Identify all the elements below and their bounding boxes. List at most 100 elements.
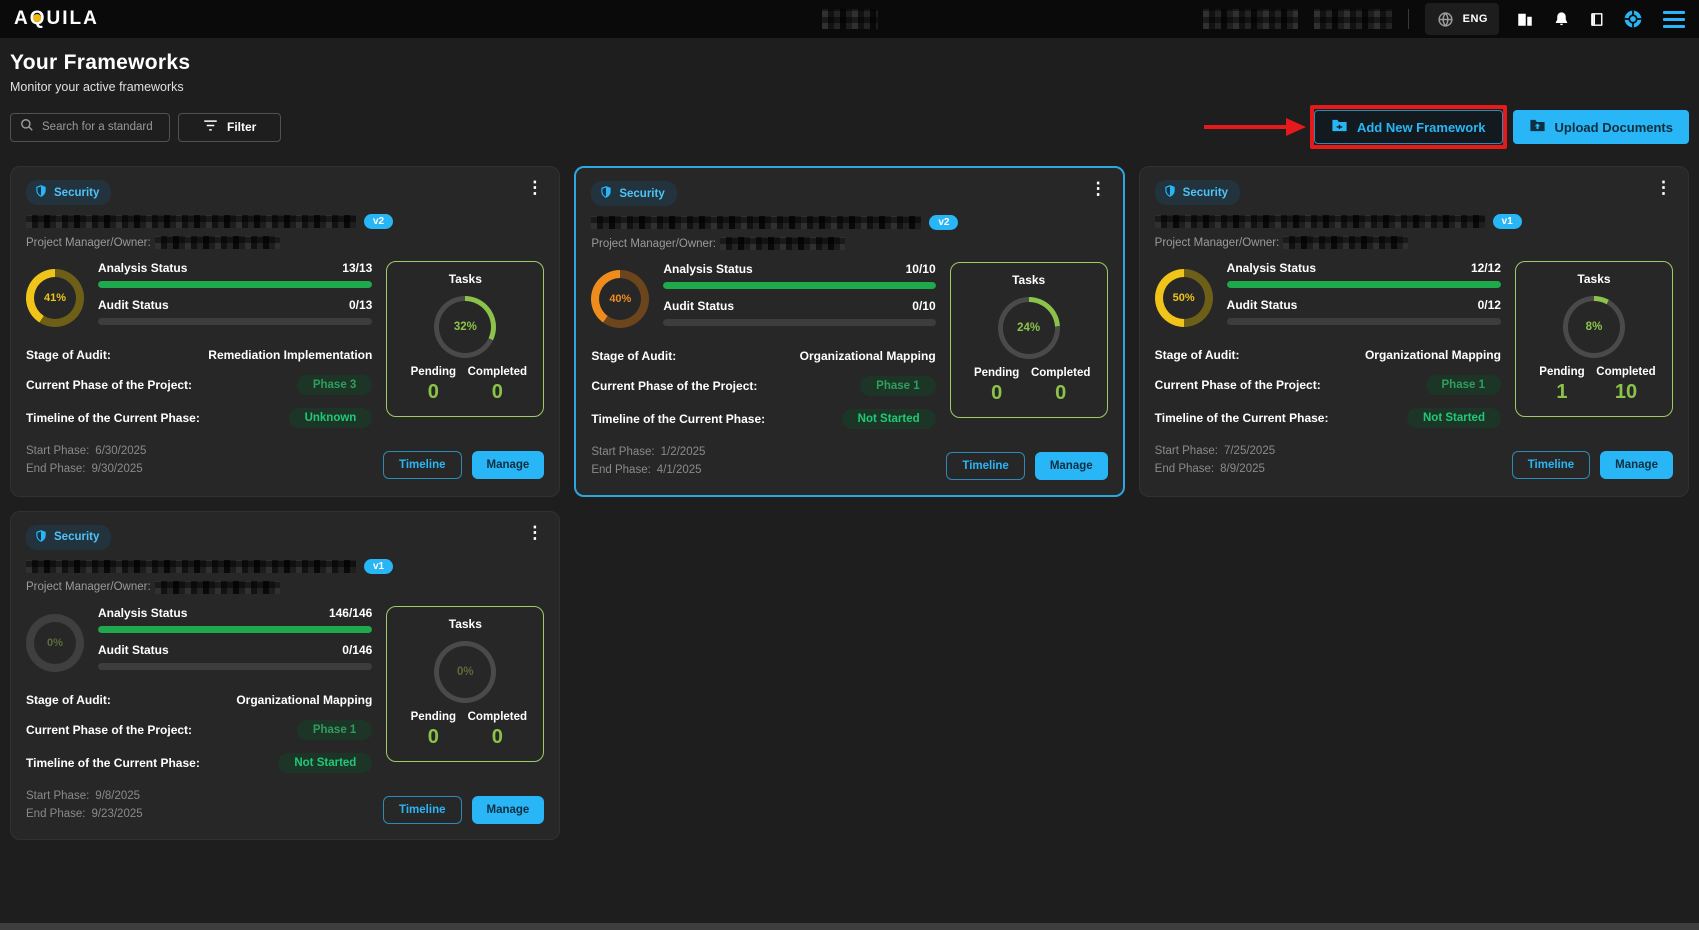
completed-label: Completed <box>1029 367 1093 379</box>
filter-button[interactable]: Filter <box>178 113 281 142</box>
manage-button[interactable]: Manage <box>1035 452 1108 480</box>
start-phase-date: 7/25/2025 <box>1224 445 1275 457</box>
end-phase-label: End Phase: <box>591 464 650 476</box>
search-box[interactable] <box>10 113 170 142</box>
analysis-status-label: Analysis Status <box>1227 261 1316 275</box>
redacted-framework-title <box>591 216 921 229</box>
horizontal-scrollbar[interactable] <box>0 923 1699 930</box>
start-phase-label: Start Phase: <box>591 446 654 458</box>
upload-documents-button[interactable]: Upload Documents <box>1513 110 1689 144</box>
stage-of-audit-value: Remediation Implementation <box>208 348 372 362</box>
analysis-status-count: 12/12 <box>1471 261 1501 275</box>
start-phase-label: Start Phase: <box>26 790 89 802</box>
phase-dates: Start Phase:6/30/2025 End Phase:9/30/202… <box>26 442 146 479</box>
tasks-panel: Tasks 8% Pending 1 Completed 10 <box>1515 261 1673 417</box>
category-label: Security <box>619 188 664 200</box>
stage-of-audit-label: Stage of Audit: <box>591 349 676 363</box>
card-menu-kebab-icon[interactable]: ⋮ <box>1086 178 1111 199</box>
current-phase-label: Current Phase of the Project: <box>26 723 192 737</box>
pending-label: Pending <box>401 366 465 378</box>
analysis-progress-bar <box>98 626 372 633</box>
upload-documents-label: Upload Documents <box>1555 120 1673 135</box>
stage-of-audit-label: Stage of Audit: <box>1155 348 1240 362</box>
divider <box>1408 9 1409 29</box>
card-menu-kebab-icon[interactable]: ⋮ <box>1651 177 1676 198</box>
pending-label: Pending <box>401 711 465 723</box>
folder-upload-icon <box>1529 118 1546 136</box>
analysis-progress-bar <box>98 281 372 288</box>
analysis-progress-bar <box>1227 281 1501 288</box>
audit-status-label: Audit Status <box>98 298 169 312</box>
end-phase-date: 9/30/2025 <box>91 463 142 475</box>
pending-count: 0 <box>965 382 1029 405</box>
language-selector[interactable]: ENG <box>1425 3 1499 35</box>
card-menu-kebab-icon[interactable]: ⋮ <box>522 177 547 198</box>
tasks-progress-donut: 24% <box>998 297 1060 359</box>
menu-hamburger-icon[interactable] <box>1663 11 1685 28</box>
completed-count: 0 <box>465 381 529 404</box>
tasks-title: Tasks <box>1526 272 1662 286</box>
framework-card[interactable]: ⋮ Security v2 Project Manager/Owner: <box>10 166 560 497</box>
card-menu-kebab-icon[interactable]: ⋮ <box>522 522 547 543</box>
search-icon <box>20 118 34 137</box>
audit-status-count: 0/12 <box>1478 298 1501 312</box>
category-badge: Security <box>26 525 111 550</box>
stage-of-audit-value: Organizational Mapping <box>236 693 372 707</box>
current-phase-label: Current Phase of the Project: <box>591 379 757 393</box>
timeline-button[interactable]: Timeline <box>383 796 461 824</box>
audit-progress-bar <box>1227 318 1501 325</box>
redacted-center-text <box>822 9 878 29</box>
analysis-status-label: Analysis Status <box>98 606 187 620</box>
notifications-bell-icon[interactable] <box>1551 9 1571 29</box>
page-title: Your Frameworks <box>10 51 1689 75</box>
framework-card[interactable]: ⋮ Security v1 Project Manager/Owner: <box>10 511 560 840</box>
category-label: Security <box>54 187 99 199</box>
stage-of-audit-label: Stage of Audit: <box>26 348 111 362</box>
toolbar: Filter Add New Framework <box>0 106 1699 148</box>
redacted-project-manager-name <box>155 581 280 594</box>
app-logo[interactable]: AQUILA <box>14 8 99 30</box>
audit-status-count: 0/10 <box>912 299 935 313</box>
framework-card[interactable]: ⋮ Security v2 Project Manager/Owner: <box>574 166 1124 497</box>
audit-status-label: Audit Status <box>98 643 169 657</box>
manage-button[interactable]: Manage <box>1600 451 1673 479</box>
current-phase-pill: Phase 1 <box>1426 375 1501 395</box>
completed-count: 10 <box>1594 381 1658 404</box>
timeline-button[interactable]: Timeline <box>1512 451 1590 479</box>
page-subtitle: Monitor your active frameworks <box>10 80 1689 94</box>
audit-progress-bar <box>98 663 372 670</box>
stage-of-audit-label: Stage of Audit: <box>26 693 111 707</box>
project-manager-label: Project Manager/Owner: <box>591 238 716 250</box>
current-phase-label: Current Phase of the Project: <box>1155 378 1321 392</box>
timeline-button[interactable]: Timeline <box>383 451 461 479</box>
tasks-title: Tasks <box>397 272 533 286</box>
organization-icon[interactable] <box>1515 9 1535 29</box>
project-manager-label: Project Manager/Owner: <box>1155 237 1280 249</box>
framework-progress-donut: 50% <box>1155 269 1213 327</box>
globe-icon <box>1436 9 1456 29</box>
analysis-status-count: 146/146 <box>329 606 372 620</box>
manage-button[interactable]: Manage <box>472 451 545 479</box>
version-badge: v1 <box>1493 214 1522 229</box>
audit-progress-bar <box>98 318 372 325</box>
category-badge: Security <box>26 180 111 205</box>
manage-button[interactable]: Manage <box>472 796 545 824</box>
version-badge: v1 <box>364 559 393 574</box>
timeline-button[interactable]: Timeline <box>946 452 1024 480</box>
end-phase-date: 8/9/2025 <box>1220 463 1265 475</box>
phase-dates: Start Phase:7/25/2025 End Phase:8/9/2025 <box>1155 442 1275 479</box>
version-badge: v2 <box>364 214 393 229</box>
support-icon[interactable] <box>1623 9 1643 29</box>
tasks-title: Tasks <box>397 617 533 631</box>
completed-label: Completed <box>465 366 529 378</box>
redacted-user-text-2 <box>1314 9 1392 29</box>
knowledge-book-icon[interactable] <box>1587 9 1607 29</box>
framework-card[interactable]: ⋮ Security v1 Project Manager/Owner: <box>1139 166 1689 497</box>
search-input[interactable] <box>42 121 160 133</box>
redacted-project-manager-name <box>155 236 280 249</box>
completed-count: 0 <box>1029 382 1093 405</box>
timeline-phase-label: Timeline of the Current Phase: <box>591 412 765 426</box>
analysis-status-label: Analysis Status <box>663 262 752 276</box>
filter-label: Filter <box>227 120 256 134</box>
add-new-framework-button[interactable]: Add New Framework <box>1314 110 1503 144</box>
